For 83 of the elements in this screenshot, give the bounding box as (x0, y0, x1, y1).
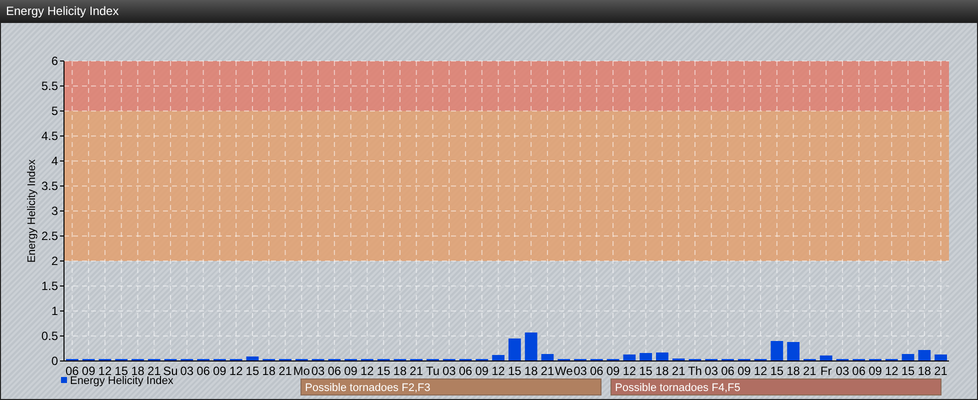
x-tick-label: 12 (622, 364, 636, 378)
x-tick-label: 03 (442, 364, 456, 378)
x-tick-label: 06 (590, 364, 604, 378)
bar (508, 338, 521, 360)
window-title: Energy Helicity Index (6, 3, 119, 20)
x-tick-label: 15 (376, 364, 390, 378)
y-tick-label: 0 (51, 354, 58, 368)
y-tick-label: 3 (51, 204, 58, 218)
x-tick-label: 12 (754, 364, 768, 378)
x-tick-label: 18 (524, 364, 538, 378)
bar (787, 342, 800, 360)
x-tick-label: 21 (410, 364, 424, 378)
x-tick-label: 15 (246, 364, 260, 378)
y-tick-label: 2 (51, 254, 58, 268)
x-tick-label: 09 (213, 364, 226, 378)
x-tick-label: 06 (458, 364, 472, 378)
x-tick-label: We (554, 364, 573, 378)
x-tick-label: 06 (328, 364, 342, 378)
x-tick-label: 18 (131, 364, 144, 378)
y-tick-label: 5.5 (41, 79, 58, 93)
bar (656, 352, 668, 360)
bar (492, 355, 504, 360)
x-tick-label: 06 (852, 364, 866, 378)
x-tick-label: 09 (737, 364, 751, 378)
bar (902, 354, 914, 360)
x-tick-label: 03 (311, 364, 325, 378)
x-tick-label: 21 (278, 364, 292, 378)
x-tick-label: 09 (606, 364, 620, 378)
x-tick-label: 21 (672, 364, 686, 378)
x-tick-label: 15 (770, 364, 784, 378)
x-tick-label: 09 (344, 364, 358, 378)
legend-label: Possible tornadoes F4,F5 (615, 382, 740, 394)
x-tick-label: 03 (704, 364, 718, 378)
y-tick-label: 6 (51, 54, 58, 68)
x-tick-label: 21 (540, 364, 554, 378)
x-tick-label: 18 (262, 364, 276, 378)
x-tick-label: 21 (803, 364, 816, 378)
y-tick-label: 1 (51, 304, 58, 318)
x-tick-label: 06 (721, 364, 734, 378)
x-tick-label: 18 (786, 364, 800, 378)
bar (246, 356, 259, 360)
x-tick-label: 15 (901, 364, 915, 378)
x-tick-label: 12 (492, 364, 505, 378)
legend-label: Possible tornadoes F2,F3 (305, 382, 430, 394)
x-tick-label: 12 (360, 364, 374, 378)
bar (524, 332, 538, 360)
bar (623, 354, 636, 360)
x-tick-label: 03 (836, 364, 850, 378)
x-tick-label: 18 (656, 364, 669, 378)
x-tick-label: 09 (82, 364, 96, 378)
x-tick-label: 12 (98, 364, 112, 378)
x-tick-label: 18 (918, 364, 932, 378)
x-tick-label: Su (163, 364, 178, 378)
bar (541, 354, 554, 360)
x-tick-label: 15 (508, 364, 522, 378)
y-tick-label: 4 (51, 154, 58, 168)
x-tick-label: 09 (868, 364, 882, 378)
x-tick-label: Th (688, 364, 702, 378)
x-tick-label: 06 (196, 364, 210, 378)
y-tick-label: 1.5 (41, 279, 58, 293)
x-tick-label: 12 (884, 364, 898, 378)
y-axis-label: Energy Helicity Index (26, 159, 38, 263)
x-tick-label: 03 (180, 364, 194, 378)
y-tick-label: 4.5 (41, 129, 58, 143)
bar (918, 350, 931, 360)
bar (770, 341, 784, 360)
x-tick-label: Fr (820, 364, 832, 378)
y-tick-label: 0.5 (41, 329, 58, 343)
x-tick-label: Tu (426, 364, 440, 378)
x-tick-label: 12 (229, 364, 243, 378)
bar (640, 353, 652, 360)
legend-label: Energy Helicity Index (70, 375, 174, 387)
x-tick-label: 21 (934, 364, 948, 378)
x-tick-label: 03 (574, 364, 587, 378)
bar (820, 356, 832, 360)
x-tick-label: 18 (393, 364, 407, 378)
x-tick-label: Mo (293, 364, 310, 378)
y-tick-label: 2.5 (41, 229, 58, 243)
x-tick-label: 09 (475, 364, 489, 378)
y-tick-label: 3.5 (41, 179, 58, 193)
y-tick-label: 5 (51, 104, 58, 118)
bar (934, 354, 947, 360)
x-tick-label: 15 (639, 364, 652, 378)
